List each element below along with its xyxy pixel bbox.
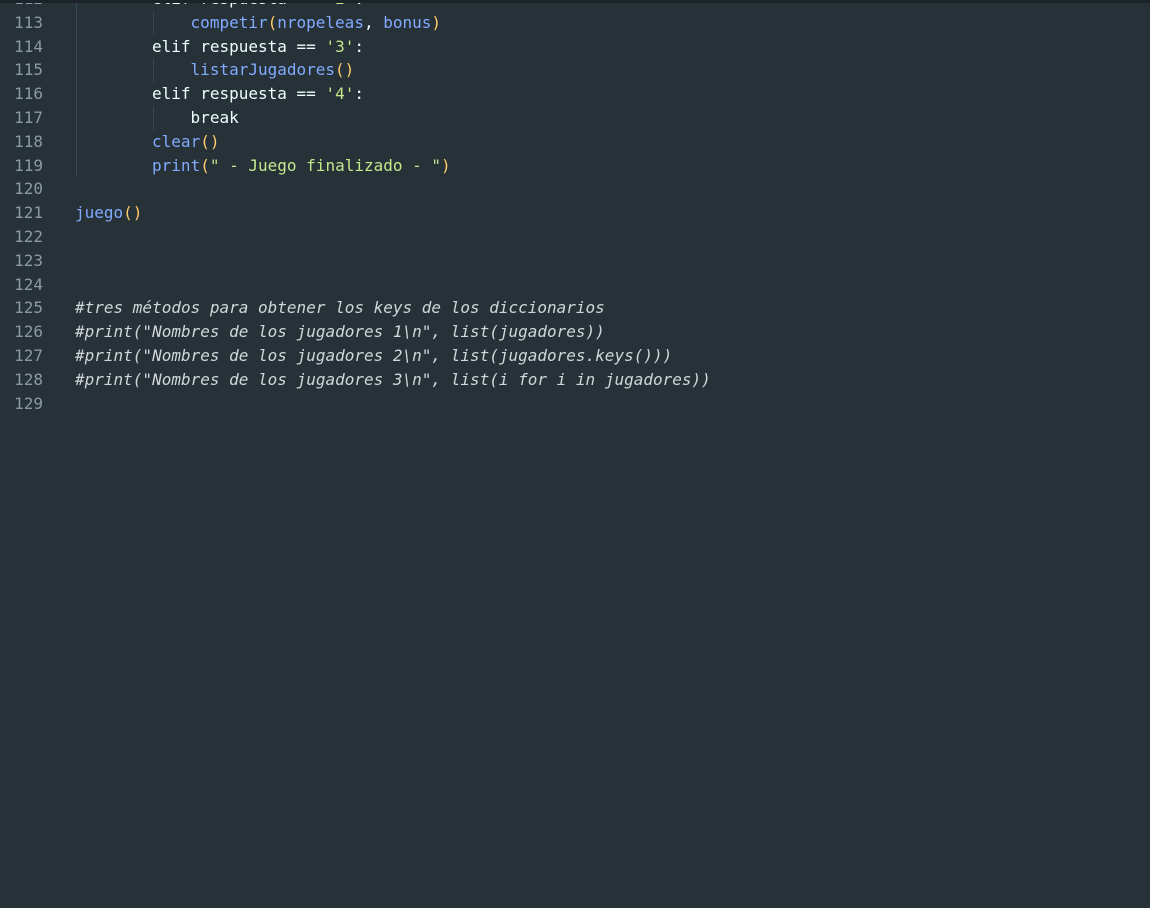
line-number: 127 [14,345,43,365]
indent-guide [76,105,77,130]
line-number: 114 [14,36,43,56]
line-text: clear() [152,130,219,154]
line-number: 123 [14,250,43,270]
code-token: respuesta [200,36,297,56]
code-line[interactable]: 125 #tres métodos para obtener los keys d… [0,296,1150,320]
line-number: 119 [14,155,43,175]
code-token: break [190,107,239,127]
code-token: print [152,155,201,175]
line-text: competir(nropeleas, bonus) [191,11,441,35]
code-token: : [354,36,364,56]
line-number: 124 [14,274,43,294]
line-number: 126 [14,322,43,342]
code-token: () [335,60,355,80]
code-token: #print("Nombres de los jugadores 3\n", l… [75,369,711,389]
code-token: respuesta [200,84,297,104]
indent-guide [76,3,77,11]
code-token: () [200,131,220,151]
code-line[interactable]: 112 elif respuesta == '2': [0,3,1150,11]
code-token: == [296,84,326,104]
code-token: == [296,36,326,56]
line-text: #print("Nombres de los jugadores 2\n", l… [75,344,672,368]
line-text: #print("Nombres de los jugadores 3\n", l… [75,368,711,392]
code-line[interactable]: 113 competir(nropeleas, bonus) [0,10,1150,35]
line-number: 121 [14,203,43,223]
indent-guide [153,105,154,130]
code-token: ( [200,155,210,175]
code-token: : [354,84,364,104]
code-line[interactable]: 119 print(" - Juego finalizado - ") [0,153,1150,178]
indent-guide [76,153,77,178]
code-token: ) [441,155,451,175]
code-line[interactable]: 128 #print("Nombres de los jugadores 3\n"… [0,368,1150,392]
line-number: 116 [14,84,43,104]
line-text: elif respuesta == '2': [152,3,364,11]
code-token: #print("Nombres de los jugadores 2\n", l… [75,345,673,365]
line-text: #print("Nombres de los jugadores 1\n", l… [75,320,605,344]
indent-guide [76,10,77,35]
code-line[interactable]: 117 break [0,105,1150,130]
line-text: elif respuesta == '3': [152,35,364,59]
code-token: : [354,3,364,8]
indent-guide [76,129,77,154]
code-token: '3' [325,36,355,56]
line-number: 115 [14,60,43,80]
line-number: 125 [14,298,43,318]
code-token: nropeleas [277,12,364,32]
indent-guide [153,58,154,83]
line-text: print(" - Juego finalizado - ") [152,154,451,178]
line-text: break [191,106,239,130]
code-line[interactable]: 129 [0,392,1150,416]
code-token: clear [152,131,201,151]
code-token: ( [267,12,278,32]
indent-guide [153,10,154,35]
line-number: 117 [14,107,43,127]
code-line[interactable]: 121 juego() [0,201,1150,225]
code-line[interactable]: 123 [0,249,1150,273]
code-token: ) [431,12,442,32]
code-line[interactable]: 118 clear() [0,129,1150,154]
line-number: 129 [14,393,43,413]
line-number: 120 [14,179,43,199]
line-text: listarJugadores() [191,58,355,82]
code-token: elif [152,3,200,8]
code-token: == [297,3,316,8]
code-token: elif [152,36,201,56]
code-token: #print("Nombres de los jugadores 1\n", l… [75,322,605,342]
code-token: , [363,12,384,32]
code-token: elif [152,84,201,104]
code-line[interactable]: 116 elif respuesta == '4': [0,82,1150,106]
code-line[interactable]: 122 [0,225,1150,249]
code-token: competir [190,12,268,32]
line-number: 122 [14,226,43,246]
line-number: 118 [14,131,43,151]
line-number: 113 [14,12,43,32]
line-text: juego() [75,201,142,225]
code-line[interactable]: 115 listarJugadores() [0,58,1150,83]
code-token: bonus [383,12,432,32]
code-token: listarJugadores [190,60,336,80]
code-token: juego [75,203,124,223]
line-number: 128 [14,369,43,389]
code-line[interactable]: 124 [0,273,1150,297]
code-line[interactable]: 120 [0,177,1150,201]
code-token: " - Juego finalizado - " [209,155,442,175]
code-line[interactable]: 126 #print("Nombres de los jugadores 1\n"… [0,320,1150,344]
code-token: '2' [325,3,354,8]
line-text: #tres métodos para obtener los keys de l… [75,296,605,320]
code-token: () [123,203,143,223]
indent-guide [76,34,77,59]
code-token: respuesta [200,3,296,8]
line-text: elif respuesta == '4': [152,82,364,106]
code-line[interactable]: 127 #print("Nombres de los jugadores 2\n"… [0,344,1150,368]
indent-guide [76,82,77,106]
code-token: '4' [325,84,355,104]
code-area[interactable]: 112elif respuesta == '2':113competir(nro… [0,3,1150,416]
indent-guide [76,58,77,83]
line-number: 112 [0,3,43,11]
code-editor[interactable]: 112elif respuesta == '2':113competir(nro… [0,0,1150,908]
code-token: #tres métodos para obtener los keys de l… [75,298,605,318]
code-line[interactable]: 114 elif respuesta == '3': [0,34,1150,59]
